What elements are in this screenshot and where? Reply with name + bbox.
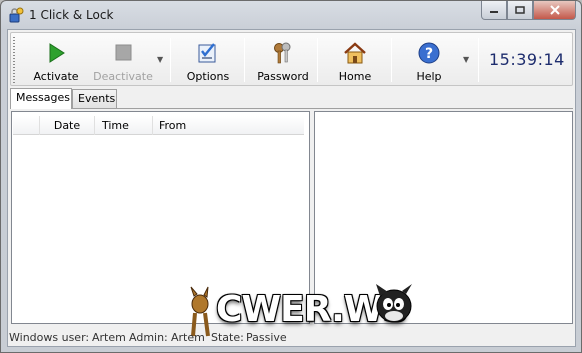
home-icon [344, 42, 366, 64]
status-admin-label: Admin: [129, 331, 168, 344]
options-checklist-icon [198, 43, 216, 63]
toolbar-grip[interactable] [13, 37, 15, 83]
maximize-icon [515, 6, 525, 14]
status-bar: Windows user: Artem Admin: Artem State: … [8, 327, 575, 347]
minimize-icon [490, 11, 498, 13]
home-button[interactable]: Home [331, 33, 379, 87]
deactivate-button[interactable]: Deactivate [91, 33, 155, 87]
svg-text:?: ? [425, 46, 433, 62]
status-admin-value: Artem [171, 331, 205, 344]
column-header-date[interactable]: Date [40, 116, 95, 135]
title-bar[interactable]: 1 Click & Lock [1, 1, 581, 29]
tab-events[interactable]: Events [72, 89, 117, 108]
maximize-button[interactable] [507, 1, 533, 20]
client-area: Activate Deactivate ▼ Options Password H… [7, 29, 576, 347]
tab-divider [10, 108, 573, 109]
app-lock-icon [9, 7, 24, 23]
toolbar-separator [317, 38, 318, 82]
clock-display: 15:39:14 [489, 50, 565, 69]
tab-messages[interactable]: Messages [10, 88, 72, 109]
minimize-button[interactable] [481, 1, 507, 20]
status-state-value: Passive [246, 331, 287, 344]
toolbar-separator [391, 38, 392, 82]
toolbar-separator [170, 38, 171, 82]
toolbar-separator [244, 38, 245, 82]
app-window: 1 Click & Lock Activate Deactivate ▼ Opt… [0, 0, 582, 353]
cartoon-cat-icon [376, 284, 412, 323]
options-button[interactable]: Options [182, 33, 234, 87]
home-label: Home [338, 70, 372, 83]
deactivate-dropdown-arrow[interactable]: ▼ [157, 55, 163, 64]
status-state-label: State: [211, 331, 244, 344]
toolbar-separator [478, 38, 479, 82]
column-header-from[interactable]: From [153, 116, 304, 135]
password-label: Password [257, 70, 309, 83]
close-button[interactable] [533, 1, 576, 20]
options-label: Options [186, 70, 230, 83]
column-header-indicator[interactable] [13, 116, 40, 135]
column-header-time[interactable]: Time [95, 116, 153, 135]
password-button[interactable]: Password [255, 33, 311, 87]
caption-buttons [481, 1, 576, 20]
messages-grid-header: Date Time From [13, 116, 304, 135]
deactivate-label: Deactivate [93, 70, 153, 83]
activate-label: Activate [33, 70, 79, 83]
status-windows-user-value: Artem [92, 331, 126, 344]
help-label: Help [416, 70, 442, 83]
play-icon [49, 43, 65, 63]
toolbar: Activate Deactivate ▼ Options Password H… [10, 32, 573, 86]
keys-icon [274, 42, 291, 64]
help-dropdown-arrow[interactable]: ▼ [463, 55, 469, 64]
status-windows-user-label: Windows user: [9, 331, 90, 344]
help-icon: ? [418, 42, 440, 64]
help-button[interactable]: ? Help [409, 33, 449, 87]
close-icon [549, 5, 560, 15]
window-title: 1 Click & Lock [29, 8, 114, 22]
activate-button[interactable]: Activate [29, 33, 83, 87]
stop-icon [115, 44, 132, 61]
